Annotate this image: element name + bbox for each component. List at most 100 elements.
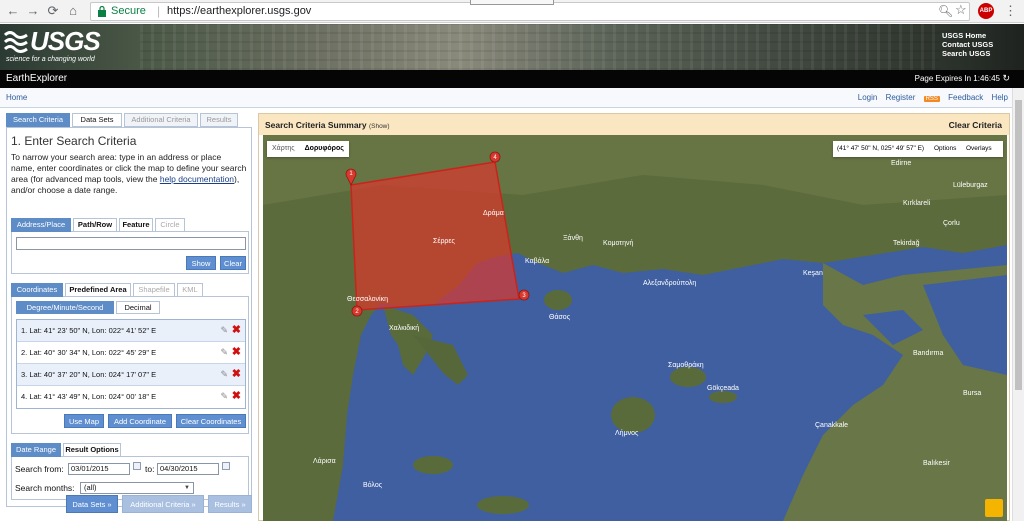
tab-data-sets[interactable]: Data Sets: [72, 113, 122, 127]
usgs-logo[interactable]: USGS science for a changing world: [4, 26, 114, 66]
map-marker-3[interactable]: 3: [518, 289, 530, 301]
search-months-select[interactable]: (all) ▼: [80, 482, 194, 494]
tab-results[interactable]: Results: [200, 113, 238, 127]
tooltip-fragment: [470, 0, 554, 5]
use-map-button[interactable]: Use Map: [64, 414, 104, 428]
calendar-icon[interactable]: [222, 462, 230, 470]
map-type-satellite-button[interactable]: Δορυφόρος: [300, 141, 349, 157]
coordinate-row[interactable]: 3. Lat: 40° 37' 20" N, Lon: 024° 17' 07"…: [17, 364, 245, 386]
clear-button[interactable]: Clear: [220, 256, 246, 270]
search-usgs-link[interactable]: Search USGS: [942, 49, 1002, 58]
summary-show-link[interactable]: (Show): [369, 123, 390, 130]
login-link[interactable]: Login: [858, 93, 878, 102]
calendar-icon[interactable]: [133, 462, 141, 470]
lock-icon: [98, 6, 106, 17]
clear-criteria-link[interactable]: Clear Criteria: [949, 120, 1002, 130]
place-label: Κομοτηνή: [603, 240, 633, 247]
place-label: Καβάλα: [525, 257, 549, 265]
edit-icon[interactable]: ✎: [220, 347, 228, 358]
coordinate-row[interactable]: 1. Lat: 41° 23' 50" N, Lon: 022° 41' 52"…: [17, 320, 245, 342]
scrollbar-thumb[interactable]: [1015, 100, 1022, 390]
register-link[interactable]: Register: [886, 93, 916, 102]
tab-search-criteria[interactable]: Search Criteria: [6, 113, 70, 127]
additional-criteria-next-button[interactable]: Additional Criteria »: [122, 495, 204, 513]
search-area-polygon[interactable]: [350, 161, 520, 311]
edit-icon[interactable]: ✎: [220, 391, 228, 402]
feedback-link[interactable]: Feedback: [948, 93, 983, 102]
page-scrollbar[interactable]: [1012, 88, 1024, 521]
show-button[interactable]: Show: [186, 256, 216, 270]
forward-icon[interactable]: →: [24, 2, 42, 20]
place-label: Keşan: [803, 270, 823, 277]
data-sets-next-button[interactable]: Data Sets »: [66, 495, 118, 513]
tab-degree-minute-second[interactable]: Degree/Minute/Second: [16, 301, 114, 314]
criteria-content: 1. Enter Search Criteria To narrow your …: [6, 127, 252, 507]
map-type-map-button[interactable]: Χάρτης: [267, 141, 300, 157]
date-to-input[interactable]: 04/30/2015: [157, 463, 219, 475]
address-input[interactable]: [16, 237, 246, 250]
reload-icon[interactable]: ⟳: [44, 2, 62, 20]
nav-right-links: Login Register RSS Feedback Help: [852, 93, 1008, 102]
contact-usgs-link[interactable]: Contact USGS: [942, 40, 1002, 49]
map-marker-2[interactable]: 2: [351, 305, 363, 317]
date-range-section: Date Range Result Options Search from: 0…: [11, 443, 249, 500]
tab-date-range[interactable]: Date Range: [11, 443, 61, 457]
place-label: Ξάνθη: [563, 234, 583, 242]
coordinate-row[interactable]: 4. Lat: 41° 43' 49" N, Lon: 024° 00' 18"…: [17, 386, 245, 408]
adblock-icon[interactable]: ABP: [978, 3, 994, 19]
date-from-input[interactable]: 03/01/2015: [68, 463, 130, 475]
back-icon[interactable]: ←: [4, 2, 22, 20]
coordinate-row[interactable]: 2. Lat: 40° 30' 34" N, Lon: 022° 45' 29"…: [17, 342, 245, 364]
place-label: Bandırma: [913, 350, 943, 357]
page-expires: Page Expires In 1:46:45: [914, 74, 1000, 83]
tab-additional-criteria[interactable]: Additional Criteria: [124, 113, 198, 127]
place-label: Bursa: [963, 390, 981, 397]
refresh-icon[interactable]: ↻: [1002, 73, 1010, 84]
place-label: Θεσσαλονίκη: [347, 295, 388, 303]
tab-feature[interactable]: Feature: [119, 218, 153, 232]
tab-address-place[interactable]: Address/Place: [11, 218, 71, 232]
delete-icon[interactable]: ✖: [232, 389, 241, 402]
delete-icon[interactable]: ✖: [232, 323, 241, 336]
home-link[interactable]: Home: [6, 93, 27, 102]
delete-icon[interactable]: ✖: [232, 345, 241, 358]
help-link[interactable]: Help: [992, 93, 1008, 102]
edit-icon[interactable]: ✎: [220, 369, 228, 380]
help-documentation-link[interactable]: help documentation: [160, 174, 234, 184]
delete-icon[interactable]: ✖: [232, 367, 241, 380]
home-icon[interactable]: ⌂: [64, 2, 82, 20]
pegman-icon[interactable]: [985, 499, 1003, 517]
tab-result-options[interactable]: Result Options: [63, 443, 121, 457]
map-options-button[interactable]: Options: [934, 141, 956, 157]
tab-kml[interactable]: KML: [177, 283, 203, 297]
usgs-home-link[interactable]: USGS Home: [942, 31, 1002, 40]
tab-shapefile[interactable]: Shapefile: [133, 283, 175, 297]
clear-coordinates-button[interactable]: Clear Coordinates: [176, 414, 246, 428]
place-label: Αλεξανδρούπολη: [643, 279, 696, 287]
browser-menu-icon[interactable]: ⋮: [1004, 3, 1017, 19]
place-label: Βόλος: [363, 481, 383, 489]
place-label: Çanakkale: [815, 422, 848, 429]
results-next-button[interactable]: Results »: [208, 495, 252, 513]
tab-decimal[interactable]: Decimal: [116, 301, 160, 314]
map-view[interactable]: 1 2 3 4 Θεσσαλονίκη Καβάλα Ξάνθη Αλεξανδ…: [263, 135, 1007, 521]
edit-icon[interactable]: ✎: [220, 325, 228, 336]
place-label: Edirne: [891, 160, 911, 167]
place-label: Λάρισα: [313, 457, 336, 465]
tab-path-row[interactable]: Path/Row: [73, 218, 117, 232]
map-overlays-button[interactable]: Overlays: [966, 141, 992, 157]
tab-predefined-area[interactable]: Predefined Area: [65, 283, 131, 297]
url-text[interactable]: https://earthexplorer.usgs.gov: [167, 5, 311, 17]
map-marker-4[interactable]: 4: [489, 151, 501, 163]
summary-title: Search Criteria Summary (Show): [265, 120, 390, 130]
add-coordinate-button[interactable]: Add Coordinate: [108, 414, 172, 428]
tab-coordinates[interactable]: Coordinates: [11, 283, 63, 297]
tab-circle[interactable]: Circle: [155, 218, 185, 232]
bookmark-star-icon[interactable]: ☆: [955, 2, 967, 18]
map-canvas[interactable]: 1 2 3 4 Θεσσαλονίκη Καβάλα Ξάνθη Αλεξανδ…: [263, 135, 1007, 521]
search-panel: Search Criteria Data Sets Additional Cri…: [6, 113, 252, 521]
place-label: Λήμνος: [615, 430, 639, 437]
zoom-icon[interactable]: 🔍︎: [938, 4, 953, 18]
criteria-description: To narrow your search area: type in an a…: [11, 152, 247, 196]
rss-icon[interactable]: RSS: [923, 96, 940, 102]
